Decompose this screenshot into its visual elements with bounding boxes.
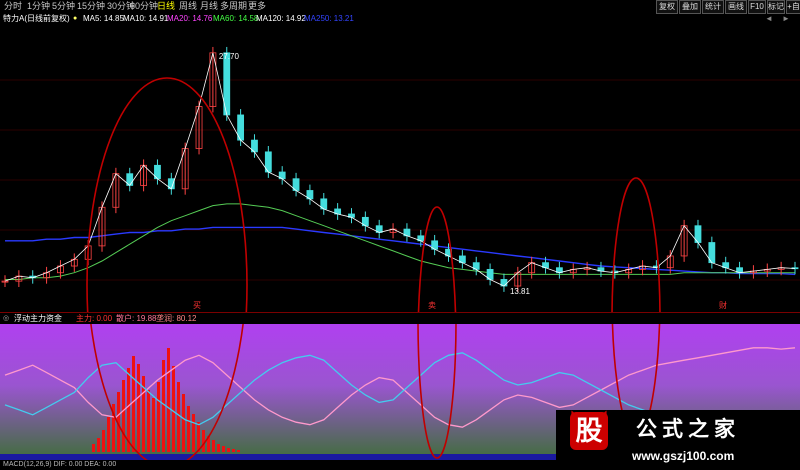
main-force-bar (197, 422, 200, 452)
main-force-bar (162, 360, 165, 452)
main-force-bar (227, 448, 230, 452)
main-force-bar (237, 450, 240, 452)
main-force-bar (182, 394, 185, 452)
site-watermark: 股 公式之家 www.gszj100.com (556, 408, 800, 470)
ma20-value: MA20: 14.76 (167, 14, 213, 23)
ma250-value: MA250: 13.21 (304, 14, 354, 23)
main-force-bar (107, 417, 110, 452)
main-force-bar (97, 438, 100, 452)
draw-button[interactable]: 画线 (725, 0, 747, 14)
macd-label[interactable]: MACD(12,26,9) DIF: 0.00 DEA: 0.00 (3, 460, 116, 470)
ma250-line (5, 226, 796, 276)
main-force-bar (152, 398, 155, 452)
stock-title: 特力A(日线前复权) (3, 14, 70, 23)
signal-finance-label: 财 (719, 300, 727, 310)
add-watchlist-button[interactable]: +自选 (786, 0, 800, 14)
annotation-ellipse-3 (611, 177, 661, 312)
period-toolbar: 分时 1分钟 5分钟 15分钟 30分钟 60分钟 日线 周线 月线 多周期 更… (0, 0, 800, 14)
period-60min[interactable]: 60分钟 (130, 0, 158, 13)
main-force-bar (157, 382, 160, 452)
watermark-url: www.gszj100.com (632, 449, 735, 463)
main-force-bar (137, 364, 140, 452)
main-force-bar (172, 366, 175, 452)
main-force-bar (122, 380, 125, 452)
period-5min[interactable]: 5分钟 (52, 0, 75, 13)
main-force-bar (187, 406, 190, 452)
f10-button[interactable]: F10 (748, 0, 766, 14)
legend-toggle-icon[interactable]: ● (73, 13, 77, 25)
main-force-bar (222, 446, 225, 452)
stats-button[interactable]: 统计 (702, 0, 724, 14)
main-force-bar (132, 356, 135, 452)
ma60-value: MA60: 14.58 (213, 14, 259, 23)
watermark-title: 公式之家 (636, 418, 740, 441)
candlestick-series (1, 46, 799, 292)
nav-left-icon[interactable]: ◄ (765, 13, 773, 25)
close-path (4, 52, 796, 287)
macd-bar: MACD(12,26,9) DIF: 0.00 DEA: 0.00 (0, 460, 560, 470)
ma-legend: 特力A(日线前复权) ● MA5: 14.85 MA10: 14.91 MA20… (0, 13, 800, 25)
ma250-path (5, 226, 796, 276)
overlay-button[interactable]: 叠加 (679, 0, 701, 14)
min-price-label: 13.81 (510, 287, 531, 296)
max-price-label: 27.70 (219, 52, 240, 61)
period-multi[interactable]: 多周期 (220, 0, 247, 13)
main-force-bar (147, 390, 150, 452)
period-more[interactable]: 更多 (248, 0, 266, 13)
mark-button[interactable]: 标记 (767, 0, 785, 14)
annotation-ellipse-1 (86, 77, 248, 312)
main-force-bar (102, 430, 105, 452)
annotation-ellipses (86, 77, 661, 312)
main-force-bar (212, 440, 215, 452)
main-force-bar (167, 348, 170, 452)
main-force-bar (192, 414, 195, 452)
main-force-bar (92, 444, 95, 452)
period-1min[interactable]: 1分钟 (27, 0, 50, 13)
period-monthly[interactable]: 月线 (200, 0, 218, 13)
watermark-logo: 股 (570, 412, 608, 450)
nav-right-icon[interactable]: ► (782, 13, 790, 25)
ma10-value: MA10: 14.91 (123, 14, 169, 23)
main-force-bar (217, 444, 220, 452)
price-line (4, 52, 796, 287)
fuquan-button[interactable]: 复权 (656, 0, 678, 14)
price-chart[interactable]: 27.70 13.81 买 卖 财 (0, 25, 800, 312)
ma120-value: MA120: 14.92 (256, 14, 306, 23)
main-force-bar (232, 449, 235, 452)
period-fenshi[interactable]: 分时 (4, 0, 22, 13)
ma5-value: MA5: 14.85 (83, 14, 124, 23)
signal-buy-label: 买 (193, 301, 201, 310)
signal-sell-label: 卖 (428, 301, 436, 310)
main-force-bar (177, 382, 180, 452)
period-weekly[interactable]: 周线 (179, 0, 197, 13)
main-force-bar (202, 430, 205, 452)
period-daily[interactable]: 日线 (157, 0, 175, 13)
annotation-ellipse-2 (417, 206, 457, 312)
period-15min[interactable]: 15分钟 (77, 0, 105, 13)
